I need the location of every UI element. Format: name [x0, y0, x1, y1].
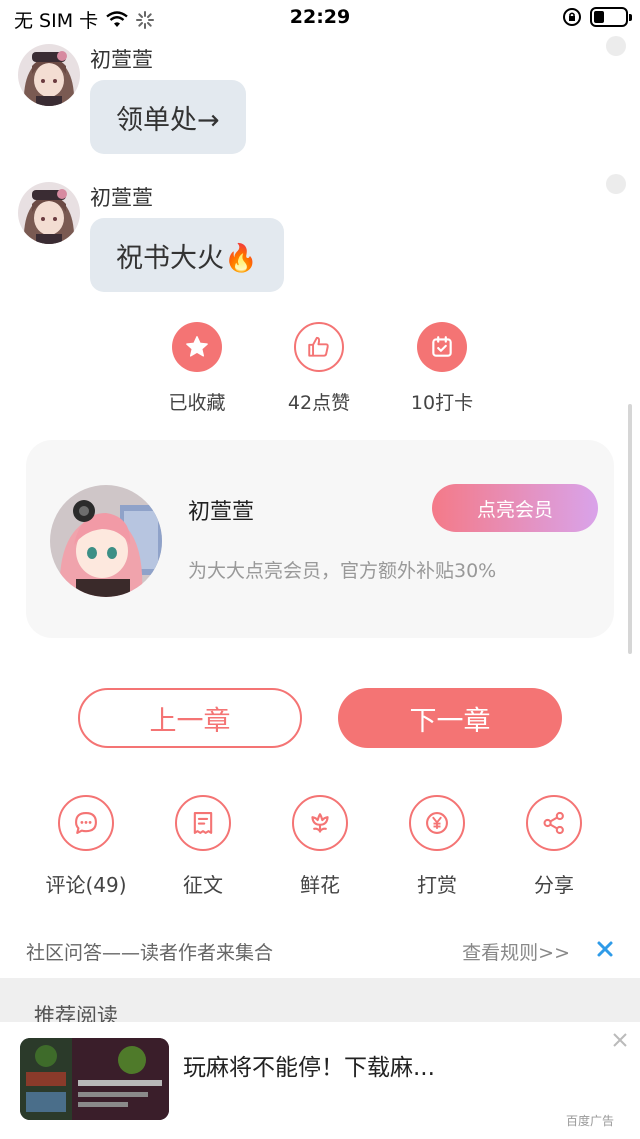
- close-icon[interactable]: [596, 940, 614, 958]
- share-label: 分享: [534, 873, 574, 897]
- view-rules-link[interactable]: 查看规则>>: [462, 938, 570, 965]
- checkin-count-label: 10打卡: [410, 392, 474, 414]
- reward-button[interactable]: 打赏: [377, 795, 497, 898]
- author-name: 初萱萱: [188, 500, 255, 525]
- ad-source-tag: 百度广告: [565, 1114, 614, 1128]
- light-up-member-button[interactable]: 点亮会员: [432, 484, 598, 532]
- tool-row: 评论(49) 征文 鲜花 打赏 分享: [0, 795, 640, 898]
- avatar[interactable]: [18, 182, 80, 244]
- message-author: 初萱萱: [90, 48, 153, 72]
- recommend-section: 推荐阅读: [0, 978, 640, 1022]
- message-author: 初萱萱: [90, 186, 153, 210]
- community-qa-text[interactable]: 社区问答——读者作者来集合: [26, 938, 273, 965]
- scrollbar[interactable]: [628, 404, 632, 654]
- document-icon: [175, 795, 231, 851]
- reward-label: 打赏: [417, 873, 457, 897]
- battery-icon: [590, 7, 632, 27]
- action-row: 已收藏 42点赞 10打卡: [0, 322, 640, 422]
- next-chapter-button[interactable]: 下一章: [338, 688, 562, 748]
- status-dot: [606, 174, 626, 194]
- ad-banner[interactable]: 玩麻将不能停！下载麻... 百度广告: [0, 1022, 640, 1139]
- status-bar: 无 SIM 卡 22:29: [0, 0, 640, 36]
- favorite-label: 已收藏: [168, 392, 226, 414]
- ad-image[interactable]: [20, 1038, 169, 1120]
- thumbs-up-icon: [294, 322, 344, 372]
- star-icon: [172, 322, 222, 372]
- favorite-button[interactable]: 已收藏: [132, 322, 262, 415]
- comment-message: 初萱萱 祝书大火🔥: [18, 182, 628, 294]
- status-right: [562, 7, 632, 27]
- essay-button[interactable]: 征文: [143, 795, 263, 898]
- status-dot: [606, 36, 626, 56]
- flower-label: 鲜花: [300, 873, 340, 897]
- share-icon: [526, 795, 582, 851]
- author-avatar[interactable]: [50, 485, 162, 597]
- checkin-button[interactable]: 10打卡: [377, 322, 507, 415]
- essay-label: 征文: [183, 873, 223, 897]
- comment-button[interactable]: 评论(49): [26, 795, 146, 898]
- avatar[interactable]: [18, 44, 80, 106]
- comment-label: 评论(49): [45, 873, 127, 897]
- yuan-coin-icon: [409, 795, 465, 851]
- share-button[interactable]: 分享: [494, 795, 614, 898]
- recommend-title: 推荐阅读: [34, 1004, 118, 1022]
- message-bubble: 领单处→: [90, 80, 246, 154]
- author-subtitle: 为大大点亮会员，官方额外补贴30%: [188, 560, 497, 582]
- ad-headline[interactable]: 玩麻将不能停！下载麻...: [183, 1048, 435, 1082]
- close-icon[interactable]: [610, 1030, 630, 1050]
- author-card: 初萱萱 点亮会员 为大大点亮会员，官方额外补贴30%: [26, 440, 614, 638]
- flower-button[interactable]: 鲜花: [260, 795, 380, 898]
- like-count-label: 42点赞: [287, 392, 351, 414]
- calendar-check-icon: [417, 322, 467, 372]
- rotation-lock-icon: [563, 8, 581, 26]
- status-time: 22:29: [289, 6, 351, 28]
- flower-icon: [292, 795, 348, 851]
- prev-chapter-button[interactable]: 上一章: [78, 688, 302, 748]
- like-button[interactable]: 42点赞: [254, 322, 384, 415]
- comment-message: 初萱萱 领单处→: [18, 44, 628, 156]
- comment-icon: [58, 795, 114, 851]
- community-qa-bar: 社区问答——读者作者来集合 查看规则>>: [0, 922, 640, 978]
- message-bubble: 祝书大火🔥: [90, 218, 284, 292]
